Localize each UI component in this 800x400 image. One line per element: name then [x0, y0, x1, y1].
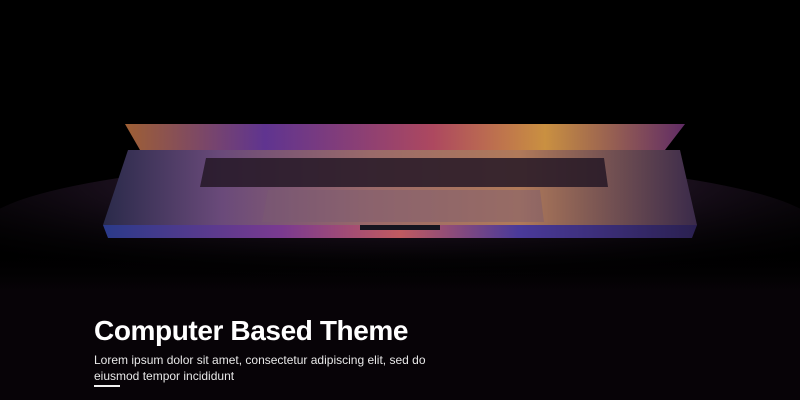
title-underline: [94, 385, 120, 387]
slide-description: Lorem ipsum dolor sit amet, consectetur …: [94, 353, 426, 383]
laptop-photo: [0, 0, 800, 290]
slide-title: Computer Based Theme: [94, 315, 409, 346]
slide: Computer Based Theme Lorem ipsum dolor s…: [0, 0, 800, 400]
laptop-keyboard: [200, 158, 608, 187]
laptop-screen: [125, 124, 685, 150]
laptop-trackpad: [262, 190, 544, 222]
